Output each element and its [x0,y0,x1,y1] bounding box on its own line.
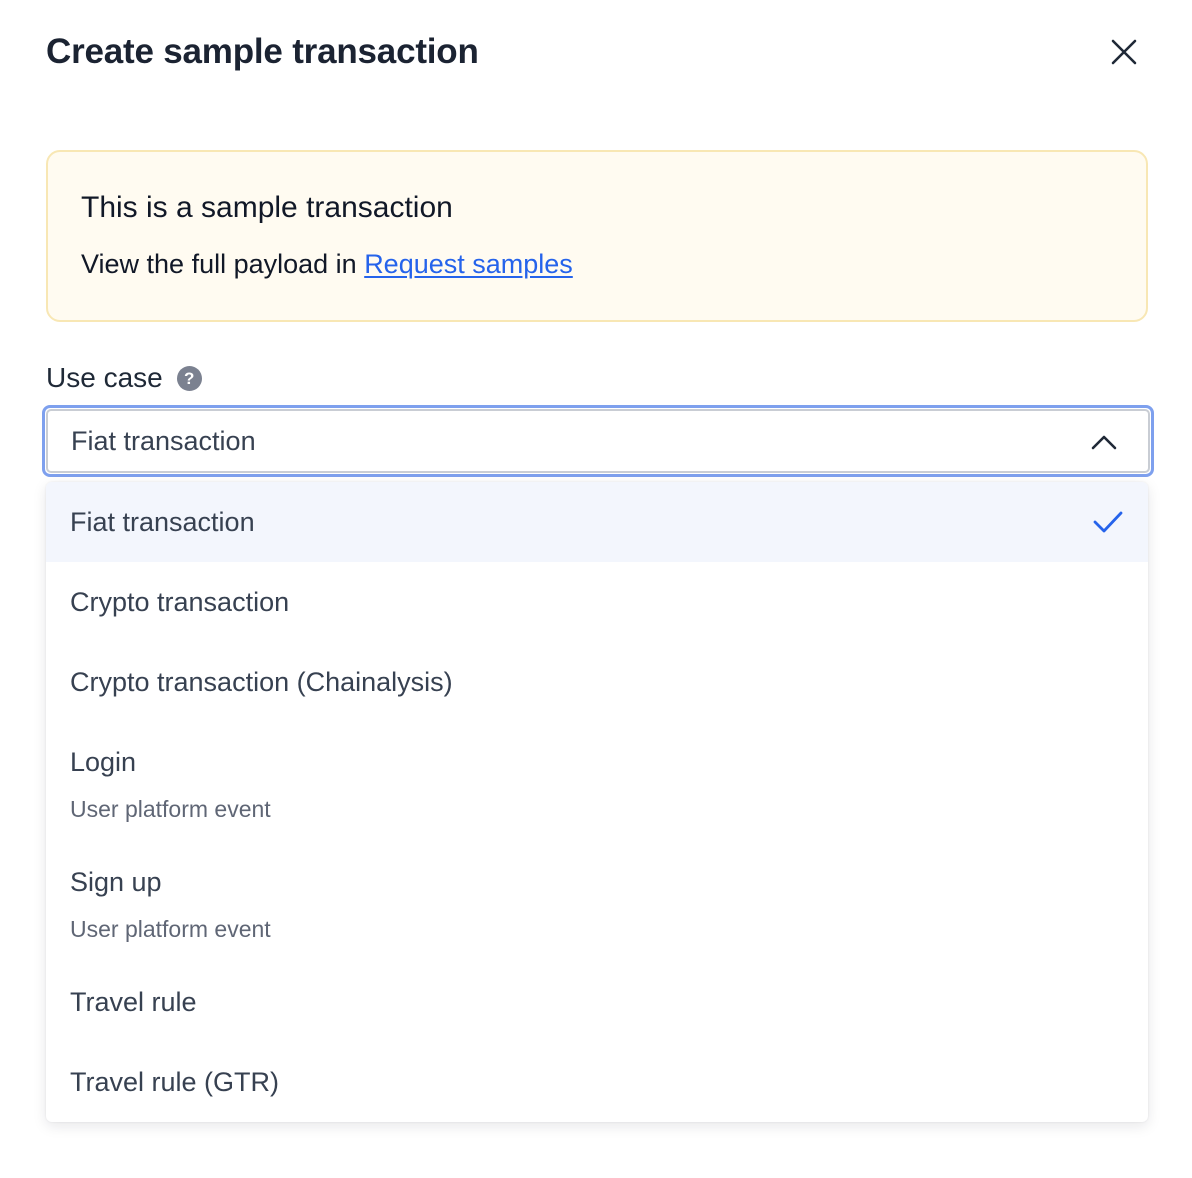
option-label: Travel rule (GTR) [70,1067,280,1097]
option-login[interactable]: Login User platform event [46,722,1148,842]
use-case-dropdown-menu: Fiat transaction Crypto transaction Cryp… [46,482,1148,1122]
option-label: Sign up [70,867,162,897]
notice-title: This is a sample transaction [81,191,453,224]
use-case-select[interactable]: Fiat transaction [46,409,1150,473]
option-travel-rule-gtr[interactable]: Travel rule (GTR) [46,1042,1148,1122]
use-case-label-row: Use case ? [46,358,202,398]
use-case-select-value: Fiat transaction [71,425,256,456]
option-label: Crypto transaction [70,587,290,617]
close-icon [1111,39,1137,65]
close-button[interactable] [1102,30,1146,74]
option-fiat-transaction[interactable]: Fiat transaction [46,482,1148,562]
create-sample-transaction-modal: Create sample transaction This is a samp… [0,0,1192,1178]
question-circle-icon[interactable]: ? [176,365,202,391]
option-description: User platform event [70,916,271,942]
notice-text-prefix: View the full payload in [81,249,365,279]
option-label: Fiat transaction [70,507,255,537]
option-crypto-transaction[interactable]: Crypto transaction [46,562,1148,642]
request-samples-link[interactable]: Request samples [364,249,573,279]
sample-notice: This is a sample transaction View the fu… [46,150,1148,322]
option-crypto-transaction-chainalysis[interactable]: Crypto transaction (Chainalysis) [46,642,1148,722]
check-icon [1093,511,1123,533]
option-label: Crypto transaction (Chainalysis) [70,667,453,697]
option-label: Travel rule [70,987,197,1017]
option-travel-rule[interactable]: Travel rule [46,962,1148,1042]
option-description: User platform event [70,796,271,822]
use-case-label: Use case [46,362,163,393]
option-label: Login [70,747,137,777]
chevron-up-icon [1091,435,1117,450]
modal-title: Create sample transaction [46,32,479,71]
option-sign-up[interactable]: Sign up User platform event [46,842,1148,962]
notice-text: View the full payload in Request samples [81,246,573,282]
